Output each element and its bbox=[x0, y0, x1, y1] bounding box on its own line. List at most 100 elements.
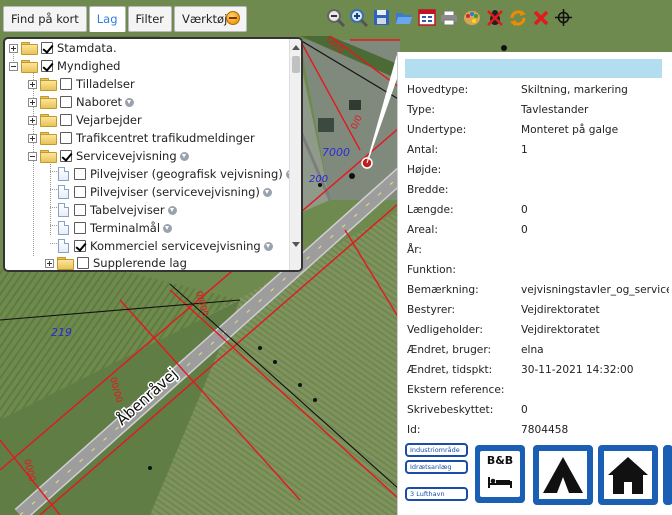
layer-info-icon[interactable] bbox=[125, 97, 135, 107]
attribute-row: Længde: 0 bbox=[407, 202, 669, 218]
attribute-key: Vedligeholder: bbox=[407, 324, 483, 336]
layer-checkbox[interactable] bbox=[74, 240, 86, 252]
sign-panel-idraet: Idrætsanlæg bbox=[405, 460, 468, 474]
panel-tabs: Find på kort Lag Filter Værktøjer bbox=[3, 6, 249, 32]
attribute-row: Højde: bbox=[407, 162, 669, 178]
attribute-key: Funktion: bbox=[407, 264, 456, 276]
layer-checkbox[interactable] bbox=[60, 114, 72, 126]
layer-item-naboret[interactable]: Naboret bbox=[28, 93, 135, 111]
folder-icon bbox=[40, 149, 57, 163]
crosshair-icon[interactable] bbox=[554, 8, 573, 27]
collapse-panel-button[interactable] bbox=[226, 11, 240, 25]
folder-icon bbox=[57, 256, 74, 270]
bb-label: B&B bbox=[486, 454, 514, 467]
layer-item-stamdata[interactable]: Stamdata. bbox=[9, 39, 117, 57]
layer-label: Trafikcentret trafikudmeldinger bbox=[76, 131, 255, 145]
attribute-row: Type: Tavlestander bbox=[407, 102, 669, 118]
scroll-thumb[interactable] bbox=[292, 56, 300, 73]
map-label: 200 bbox=[309, 174, 328, 185]
layer-label: Vejarbejder bbox=[76, 113, 142, 127]
layer-checkbox[interactable] bbox=[77, 257, 89, 269]
attribute-row: Funktion: bbox=[407, 262, 669, 278]
folder-icon bbox=[40, 113, 57, 127]
attribute-key: Skrivebeskyttet: bbox=[407, 404, 494, 416]
sign-panel-industri: Industriområde bbox=[405, 443, 468, 457]
window-icon[interactable] bbox=[417, 8, 436, 27]
layer-item-trafikcentret[interactable]: Trafikcentret trafikudmeldinger bbox=[28, 129, 255, 147]
layer-info-icon[interactable] bbox=[263, 241, 273, 251]
layer-label: Stamdata. bbox=[57, 41, 117, 55]
layer-checkbox[interactable] bbox=[60, 132, 72, 144]
expand-icon[interactable] bbox=[9, 43, 18, 53]
layer-label: Pilvejviser (geografisk vejvisning) bbox=[90, 167, 283, 181]
attribute-row: Areal: 0 bbox=[407, 222, 669, 238]
collapse-icon[interactable] bbox=[9, 61, 18, 71]
expand-icon[interactable] bbox=[28, 79, 37, 89]
layer-info-icon[interactable] bbox=[179, 151, 189, 161]
expand-icon[interactable] bbox=[45, 258, 54, 268]
layer-item-tabelvejviser[interactable]: Tabelvejviser bbox=[55, 201, 177, 219]
layer-checkbox[interactable] bbox=[74, 168, 86, 180]
layer-info-icon[interactable] bbox=[262, 187, 272, 197]
layer-checkbox[interactable] bbox=[41, 60, 53, 72]
open-folder-icon[interactable] bbox=[394, 8, 413, 27]
tent-icon bbox=[543, 457, 583, 493]
layer-checkbox[interactable] bbox=[74, 186, 86, 198]
layer-checkbox[interactable] bbox=[74, 222, 86, 234]
layer-item-terminalmaal[interactable]: Terminalmål bbox=[55, 219, 173, 237]
layer-item-pilvejviser-service[interactable]: Pilvejviser (servicevejvisning) bbox=[55, 183, 272, 201]
layer-label: Pilvejviser (servicevejvisning) bbox=[90, 185, 260, 199]
layer-document-icon bbox=[58, 203, 69, 217]
map-label: 7000 bbox=[322, 146, 350, 159]
layer-item-kommerciel[interactable]: Kommerciel servicevejvisning bbox=[55, 237, 273, 255]
layer-item-vejarbejder[interactable]: Vejarbejder bbox=[28, 111, 142, 129]
refresh-icon[interactable] bbox=[508, 8, 527, 27]
bug-disabled-icon[interactable] bbox=[486, 8, 505, 27]
attribute-value: Vejdirektoratet bbox=[521, 324, 600, 336]
layer-checkbox[interactable] bbox=[60, 96, 72, 108]
layer-checkbox[interactable] bbox=[60, 78, 72, 90]
layer-label: Kommerciel servicevejvisning bbox=[90, 239, 261, 253]
attribute-key: Id: bbox=[407, 424, 421, 436]
expand-icon[interactable] bbox=[28, 133, 37, 143]
collapse-icon[interactable] bbox=[28, 151, 37, 161]
tab-filter[interactable]: Filter bbox=[127, 6, 172, 32]
attribute-key: Type: bbox=[407, 104, 435, 116]
layer-item-myndighed[interactable]: Myndighed bbox=[9, 57, 120, 75]
layer-info-icon[interactable] bbox=[167, 205, 177, 215]
layer-checkbox[interactable] bbox=[41, 42, 53, 54]
attribute-value: 0 bbox=[521, 224, 528, 236]
delete-icon[interactable] bbox=[531, 8, 550, 27]
scroll-up-icon[interactable] bbox=[292, 45, 300, 50]
save-icon[interactable] bbox=[372, 8, 391, 27]
map-label: 219 bbox=[51, 326, 72, 339]
attribute-key: År: bbox=[407, 244, 422, 256]
scroll-down-icon[interactable] bbox=[292, 242, 300, 247]
layer-checkbox[interactable] bbox=[74, 204, 86, 216]
sign-panel-lufthavn: 3 Lufthavn bbox=[405, 487, 468, 501]
layer-item-tilladelser[interactable]: Tilladelser bbox=[28, 75, 135, 93]
layer-item-pilvejviser-geo[interactable]: Pilvejviser (geografisk vejvisning) bbox=[55, 165, 289, 183]
zoom-out-icon[interactable] bbox=[326, 8, 345, 27]
attribute-row: Skrivebeskyttet: 0 bbox=[407, 402, 669, 418]
attribute-value: vejvisningstavler_og_servicetavler bbox=[521, 284, 669, 296]
layer-tree-panel: Stamdata. Myndighed Tilladelser Naboret … bbox=[3, 37, 303, 272]
palette-icon[interactable] bbox=[463, 8, 482, 27]
layer-item-supplerende[interactable]: Supplerende lag bbox=[45, 254, 187, 270]
tab-layers[interactable]: Lag bbox=[88, 6, 126, 32]
tab-find-on-map[interactable]: Find på kort bbox=[3, 6, 87, 32]
expand-icon[interactable] bbox=[28, 115, 37, 125]
layer-label: Tilladelser bbox=[76, 77, 135, 91]
expand-icon[interactable] bbox=[28, 97, 37, 107]
print-icon[interactable] bbox=[440, 8, 459, 27]
folder-icon bbox=[40, 131, 57, 145]
attribute-key: Længde: bbox=[407, 204, 454, 216]
map-tools bbox=[326, 8, 577, 27]
layer-info-icon[interactable] bbox=[163, 223, 173, 233]
folder-icon bbox=[40, 95, 57, 109]
layer-label: Myndighed bbox=[57, 59, 121, 73]
layer-checkbox[interactable] bbox=[60, 150, 72, 162]
zoom-in-icon[interactable] bbox=[349, 8, 368, 27]
layer-tree-scrollbar[interactable] bbox=[289, 39, 301, 270]
layer-item-servicevejvisning[interactable]: Servicevejvisning bbox=[28, 147, 189, 165]
